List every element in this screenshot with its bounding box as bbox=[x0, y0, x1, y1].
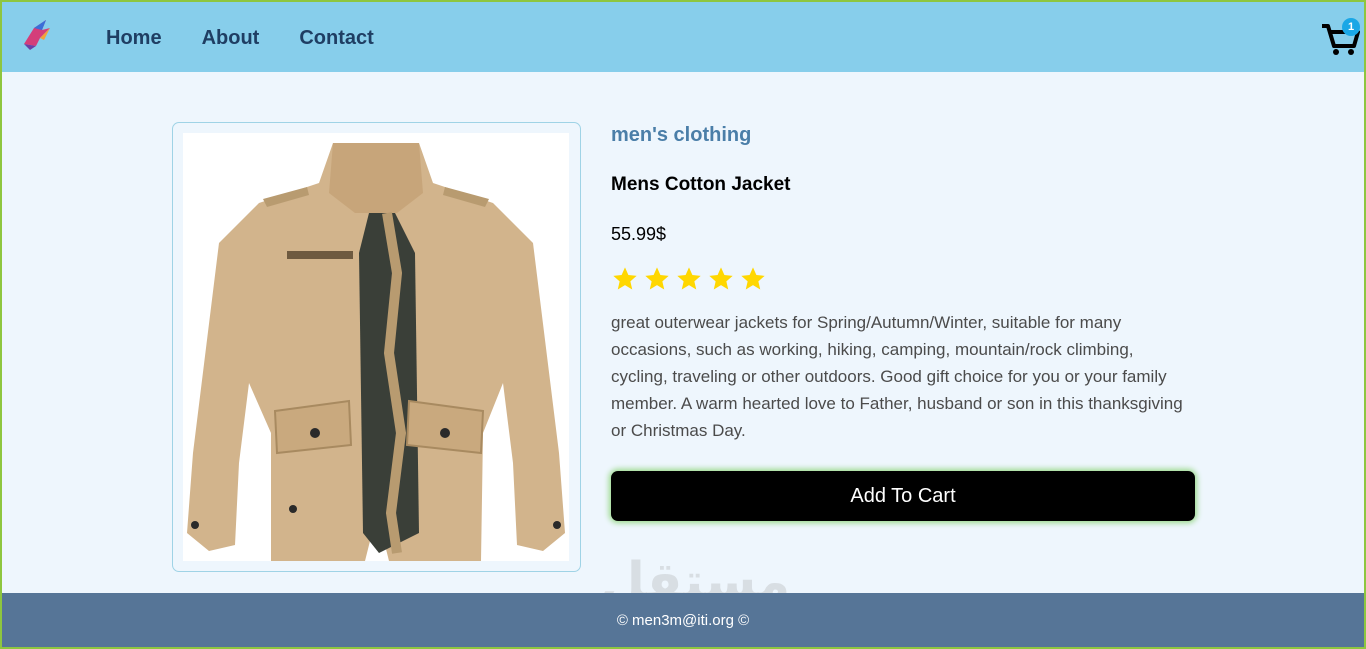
product-description: great outerwear jackets for Spring/Autum… bbox=[611, 313, 1183, 440]
product-price: 55.99$ bbox=[611, 224, 667, 244]
nav-home-link[interactable]: Home bbox=[106, 27, 162, 50]
product-details: men's clothing Mens Cotton Jacket 55.99$… bbox=[611, 124, 1201, 444]
footer-text: © men3m@iti.org © bbox=[616, 611, 750, 629]
footer: © men3m@iti.org © bbox=[2, 593, 1364, 649]
navbar: Home About Contact 1 bbox=[2, 0, 1364, 72]
cart-count-badge: 1 bbox=[1342, 18, 1360, 36]
star-icon bbox=[709, 267, 733, 290]
rating-stars bbox=[611, 265, 1201, 293]
star-icon bbox=[677, 267, 701, 290]
product-category: men's clothing bbox=[611, 124, 752, 146]
star-icon bbox=[613, 267, 637, 290]
bird-logo-icon[interactable] bbox=[20, 16, 54, 52]
star-icon bbox=[741, 267, 765, 290]
nav-links: Home About Contact bbox=[106, 2, 374, 74]
add-to-cart-button[interactable]: Add To Cart bbox=[611, 471, 1195, 521]
product-title: Mens Cotton Jacket bbox=[611, 174, 791, 195]
product-image-card bbox=[172, 122, 581, 572]
cart-button[interactable]: 1 bbox=[1320, 18, 1360, 58]
star-icon bbox=[645, 267, 669, 290]
nav-contact-link[interactable]: Contact bbox=[299, 27, 373, 50]
jacket-product-image bbox=[183, 133, 569, 561]
nav-about-link[interactable]: About bbox=[202, 27, 260, 50]
